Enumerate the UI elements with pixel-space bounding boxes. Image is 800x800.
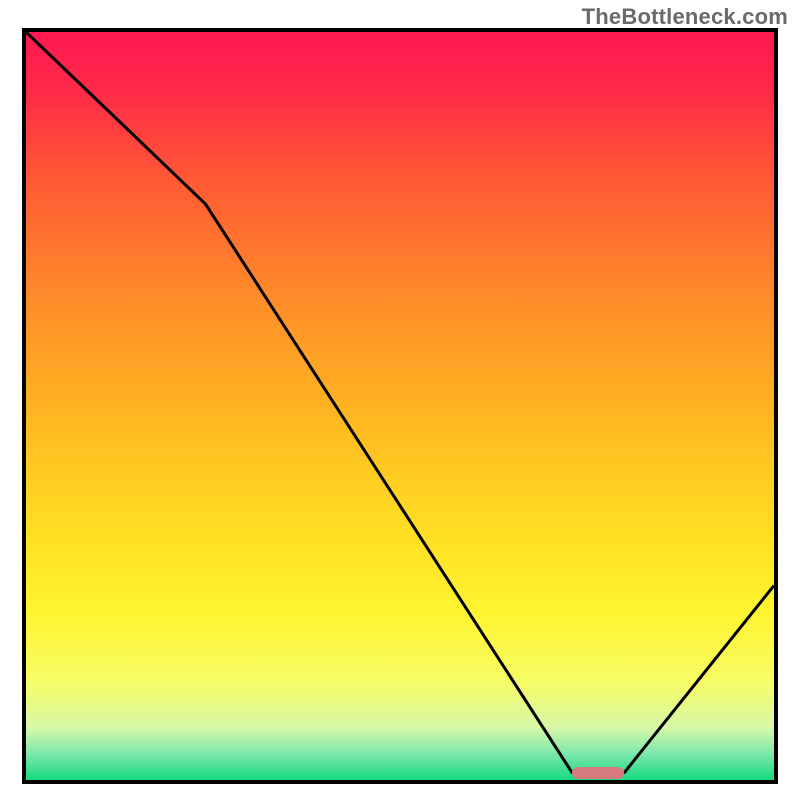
attribution-label: TheBottleneck.com (582, 4, 788, 30)
bottleneck-curve (26, 32, 774, 780)
chart-container: TheBottleneck.com (0, 0, 800, 800)
optimal-range-marker (572, 767, 624, 779)
plot-area (22, 28, 778, 784)
